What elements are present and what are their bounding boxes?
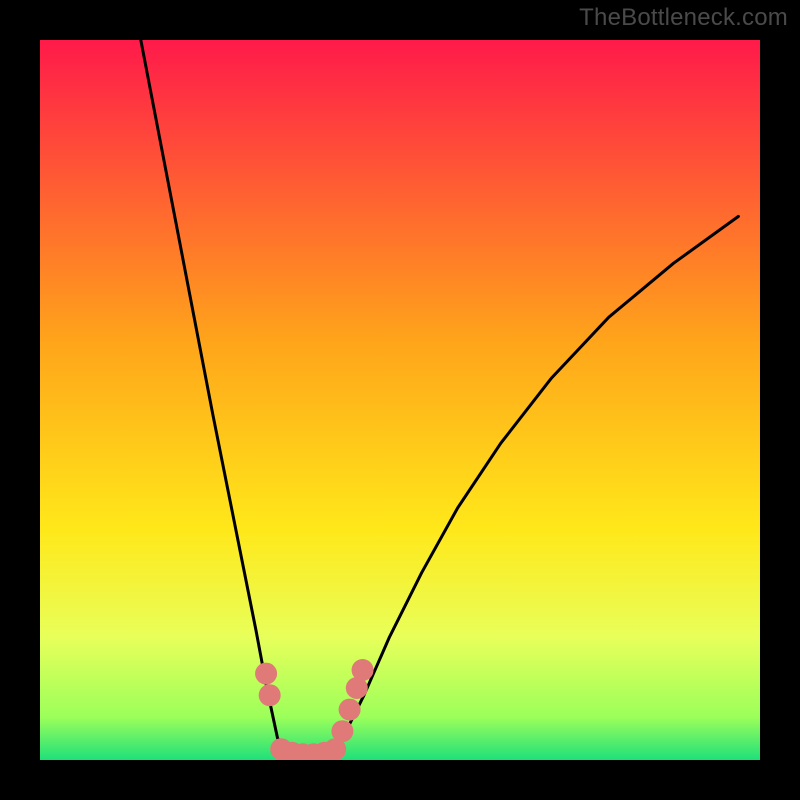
chart-background (40, 40, 760, 760)
chart-marker (339, 699, 361, 721)
watermark-text: TheBottleneck.com (579, 4, 788, 32)
chart-marker (255, 663, 277, 685)
chart-plot-area (40, 40, 760, 760)
chart-marker (331, 720, 353, 742)
chart-marker (352, 659, 374, 681)
chart-marker (259, 684, 281, 706)
